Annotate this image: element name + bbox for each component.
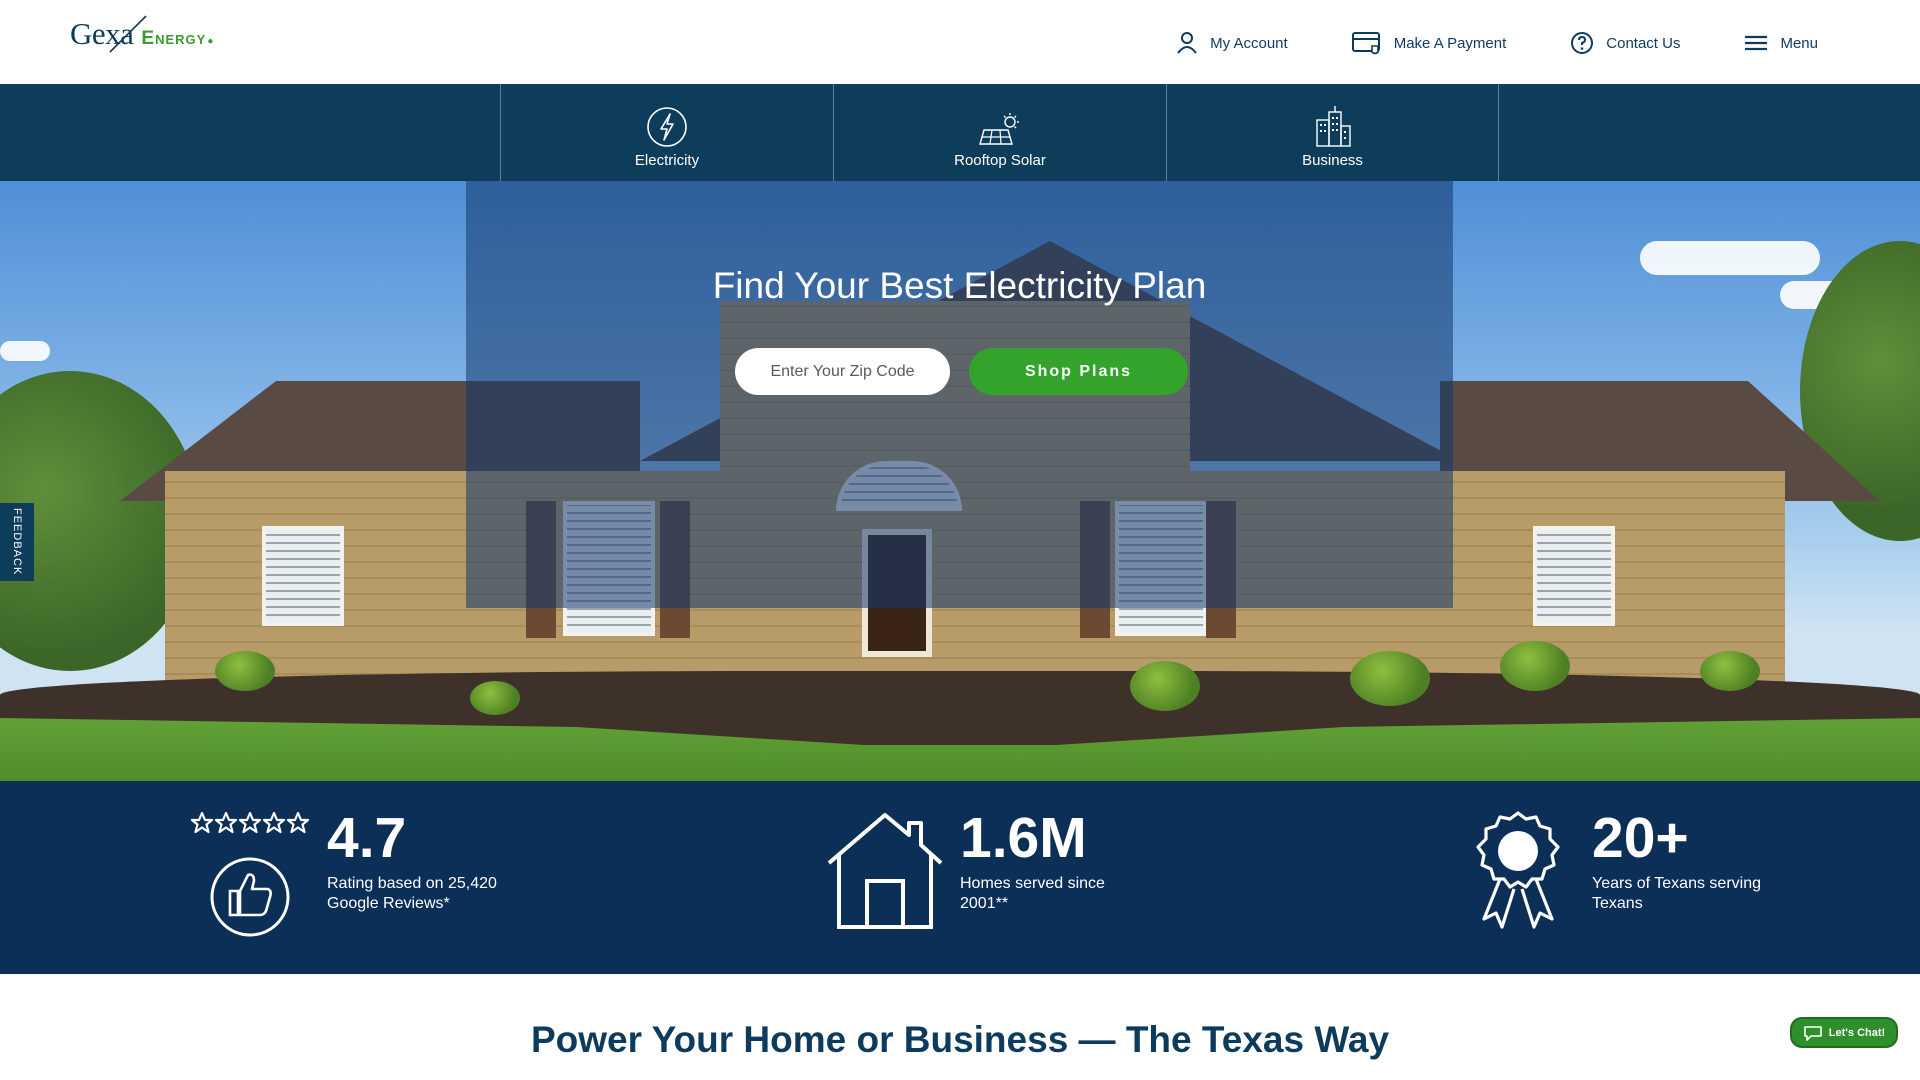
site-header: Gexa Energy ● My Account Make A Payment <box>0 0 1920 84</box>
hero-title: Find Your Best Electricity Plan <box>712 265 1207 306</box>
award-ribbon-icon <box>1476 811 1560 929</box>
hamburger-menu-icon <box>1745 35 1768 51</box>
question-circle-icon <box>1571 32 1594 54</box>
hero-section: Find Your Best Electricity Plan Shop Pla… <box>0 181 1920 781</box>
contact-us-label: Contact Us <box>1606 34 1681 52</box>
contact-us-link[interactable]: Contact Us <box>1570 31 1680 55</box>
bush-shape <box>1500 641 1570 691</box>
bush-shape <box>1350 651 1430 706</box>
section-title: Power Your Home or Business — The Texas … <box>530 1019 1390 1060</box>
bush-shape <box>470 681 520 715</box>
house-window <box>262 526 344 626</box>
stats-band: 4.7 Rating based on 25,420 Google Review… <box>0 781 1920 974</box>
credit-card-icon <box>1351 32 1380 55</box>
tab-rooftop-solar-label: Rooftop Solar <box>954 152 1046 169</box>
stat-years: 20+ Years of Texans serving Texans <box>1470 781 1870 974</box>
tab-business[interactable]: Business <box>1166 84 1499 181</box>
make-payment-link[interactable]: Make A Payment <box>1351 30 1507 56</box>
stat-years-desc: Years of Texans serving Texans <box>1592 875 1761 912</box>
my-account-label: My Account <box>1210 34 1288 52</box>
house-icon <box>827 813 943 929</box>
stat-years-value: 20+ <box>1592 806 1689 870</box>
category-nav: Electricity Rooftop Solar Business <box>0 84 1920 181</box>
shop-plans-button[interactable]: Shop Plans <box>969 348 1188 395</box>
tab-rooftop-solar[interactable]: Rooftop Solar <box>833 84 1166 181</box>
logo-energy-text: Energy <box>141 28 207 49</box>
menu-button[interactable]: Menu <box>1744 33 1818 53</box>
stat-homes-value: 1.6M <box>960 806 1087 870</box>
stat-rating-desc: Rating based on 25,420 Google Reviews* <box>327 875 497 912</box>
lets-chat-label: Let's Chat! <box>1828 1026 1886 1039</box>
stat-homes: 1.6M Homes served since 2001** <box>825 781 1225 974</box>
cloud-shape <box>1640 241 1820 275</box>
menu-label: Menu <box>1780 34 1818 52</box>
bush-shape <box>1700 651 1760 691</box>
tab-business-label: Business <box>1302 152 1363 169</box>
hero-overlay-panel <box>466 181 1453 608</box>
stat-rating-value: 4.7 <box>327 806 407 870</box>
lightning-bolt-icon <box>647 107 687 147</box>
user-icon <box>1177 32 1197 54</box>
solar-panel-icon <box>979 113 1019 145</box>
house-window <box>1533 526 1615 626</box>
cloud-shape <box>0 341 50 361</box>
bush-shape <box>215 651 275 691</box>
lets-chat-button[interactable]: Let's Chat! <box>1790 1017 1898 1048</box>
bush-shape <box>1130 661 1200 711</box>
stat-rating: 4.7 Rating based on 25,420 Google Review… <box>190 781 590 974</box>
logo-dot: ● <box>207 36 214 47</box>
tab-electricity-label: Electricity <box>634 152 700 169</box>
logo-swoosh-icon <box>109 15 147 53</box>
feedback-tab[interactable]: FEEDBACK <box>0 503 34 581</box>
buildings-icon <box>1315 106 1351 147</box>
zip-code-input[interactable] <box>735 348 950 395</box>
stat-homes-desc: Homes served since 2001** <box>960 875 1105 912</box>
tab-electricity[interactable]: Electricity <box>500 84 833 181</box>
stars-thumbs-up-icon <box>190 811 310 937</box>
utility-nav: My Account Make A Payment Contact Us Men… <box>1176 26 1920 60</box>
chat-bubble-icon <box>1803 1025 1822 1041</box>
gexa-energy-logo[interactable]: Gexa Energy ● <box>70 15 214 64</box>
my-account-link[interactable]: My Account <box>1176 31 1288 55</box>
make-payment-label: Make A Payment <box>1393 34 1507 52</box>
